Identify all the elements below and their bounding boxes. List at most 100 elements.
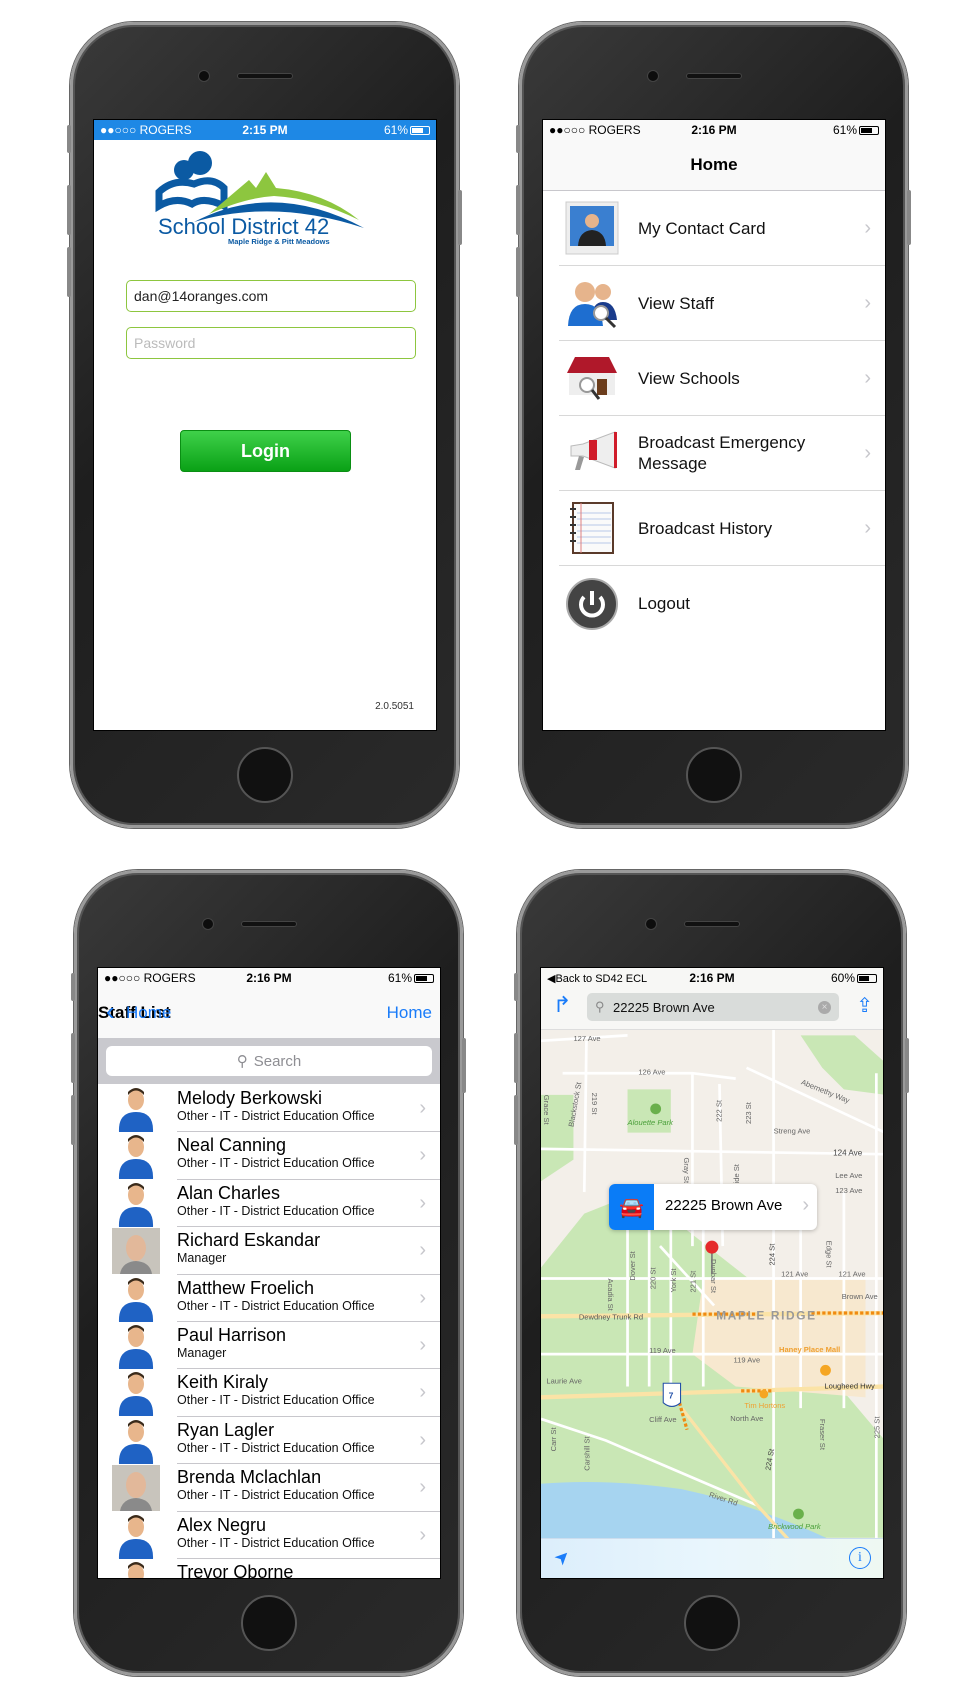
map-search-input[interactable]: ⚲ 22225 Brown Ave × bbox=[587, 993, 839, 1021]
staff-name: Paul Harrison bbox=[177, 1325, 287, 1345]
svg-text:Cliff Ave: Cliff Ave bbox=[649, 1415, 676, 1424]
location-callout[interactable]: 🚘 22225 Brown Ave › bbox=[609, 1184, 817, 1230]
back-button[interactable]: Home bbox=[126, 1003, 171, 1023]
svg-text:119 Ave: 119 Ave bbox=[734, 1356, 761, 1365]
share-icon[interactable]: ⇪ bbox=[856, 993, 873, 1018]
staff-row[interactable]: Brenda Mclachlan Other - IT - District Ed… bbox=[98, 1464, 440, 1512]
phone-map: 127 Ave 126 Ave Abernethy Way Alouette P… bbox=[514, 870, 909, 1676]
staff-photo bbox=[112, 1465, 160, 1512]
staff-name: Keith Kiraly bbox=[177, 1372, 269, 1393]
chevron-right-icon: › bbox=[419, 1286, 426, 1309]
svg-text:126 Ave: 126 Ave bbox=[638, 1067, 665, 1076]
staff-row[interactable]: Alex Negru Other - IT - District Educatio… bbox=[98, 1512, 440, 1559]
staff-department: Other - IT - District Education Office bbox=[177, 1488, 375, 1503]
svg-text:Laurie Ave: Laurie Ave bbox=[546, 1376, 582, 1385]
staff-department: Manager bbox=[177, 1346, 227, 1360]
staff-row[interactable]: Richard Eskandar Manager › bbox=[98, 1227, 440, 1275]
logo-title: School District 42 bbox=[158, 214, 329, 239]
info-icon[interactable]: i bbox=[849, 1547, 871, 1569]
home-button[interactable] bbox=[236, 747, 293, 803]
camera bbox=[201, 918, 214, 930]
svg-text:223 St: 223 St bbox=[744, 1101, 753, 1124]
home-button[interactable] bbox=[240, 1595, 297, 1651]
home-button[interactable] bbox=[683, 1595, 740, 1651]
staff-department: Other - IT - District Education Office bbox=[177, 1203, 375, 1218]
map-view[interactable]: 127 Ave 126 Ave Abernethy Way Alouette P… bbox=[541, 1030, 884, 1541]
menu-item-logout[interactable]: Logout bbox=[559, 566, 885, 641]
phone-login: ●●○○○ ROGERS 2:15 PM 61% School District… bbox=[67, 22, 462, 828]
staff-list-screen: ●●○○○ ROGERS 2:16 PM 61% ‹ Home Staff Li… bbox=[97, 967, 441, 1579]
menu-item-broadcast-emergency[interactable]: Broadcast Emergency Message › bbox=[559, 416, 885, 491]
staff-department: Other - IT - District Education Office bbox=[177, 1156, 375, 1171]
menu-item-view-staff[interactable]: View Staff › bbox=[559, 266, 885, 341]
svg-text:127 Ave: 127 Ave bbox=[573, 1034, 600, 1043]
svg-text:219 St: 219 St bbox=[590, 1093, 599, 1116]
staff-department: Other - IT - District Education Office bbox=[177, 1440, 375, 1455]
staff-name: Brenda Mclachlan bbox=[177, 1467, 322, 1488]
svg-text:124 Ave: 124 Ave bbox=[833, 1148, 863, 1157]
staff-name: Trevor Oborne bbox=[177, 1562, 294, 1579]
staff-row[interactable]: Ryan Lagler Other - IT - District Educati… bbox=[98, 1417, 440, 1465]
status-bar: ●●○○○ ROGERS 2:16 PM 61% bbox=[543, 120, 885, 140]
chevron-left-icon[interactable]: ‹ bbox=[106, 996, 115, 1027]
email-field[interactable] bbox=[126, 280, 416, 312]
camera bbox=[646, 70, 659, 82]
svg-text:Grace St: Grace St bbox=[542, 1095, 551, 1126]
chevron-right-icon: › bbox=[419, 1381, 426, 1404]
staff-row[interactable]: Neal Canning Other - IT - District Educat… bbox=[98, 1132, 440, 1180]
staff-row[interactable]: Matthew Froelich Other - IT - District Ed… bbox=[98, 1275, 440, 1322]
car-directions-icon[interactable]: 🚘 bbox=[609, 1184, 654, 1230]
svg-text:Haney Place Mall: Haney Place Mall bbox=[779, 1345, 840, 1354]
chevron-right-icon: › bbox=[419, 1523, 426, 1546]
staff-row[interactable]: Keith Kiraly Other - IT - District Educat… bbox=[98, 1369, 440, 1417]
page-title: Home bbox=[543, 140, 885, 191]
phone-staff-list: ●●○○○ ROGERS 2:16 PM 61% ‹ Home Staff Li… bbox=[71, 870, 466, 1676]
search-input[interactable]: ⚲ Search bbox=[106, 1046, 432, 1076]
svg-text:123 Ave: 123 Ave bbox=[835, 1186, 862, 1195]
chevron-right-icon: › bbox=[419, 1239, 426, 1262]
default-avatar-icon bbox=[118, 1514, 154, 1559]
svg-text:Carr St: Carr St bbox=[549, 1427, 558, 1452]
staff-department: Manager bbox=[177, 1251, 227, 1266]
svg-text:Carshill St: Carshill St bbox=[583, 1436, 592, 1471]
chevron-right-icon: › bbox=[864, 516, 871, 539]
chevron-right-icon: › bbox=[419, 1144, 426, 1167]
password-field[interactable] bbox=[126, 327, 416, 359]
staff-row[interactable]: Paul Harrison Manager › bbox=[98, 1322, 440, 1370]
home-button[interactable] bbox=[685, 747, 742, 803]
menu-item-broadcast-history[interactable]: Broadcast History › bbox=[559, 491, 885, 566]
chevron-right-icon: › bbox=[864, 216, 871, 239]
chevron-right-icon: › bbox=[864, 441, 871, 464]
staff-name: Matthew Froelich bbox=[177, 1277, 315, 1298]
svg-text:ide St: ide St bbox=[732, 1163, 741, 1183]
menu-item-view-schools[interactable]: View Schools › bbox=[559, 341, 885, 416]
svg-text:Dewdney Trunk Rd: Dewdney Trunk Rd bbox=[579, 1313, 643, 1322]
menu-item-contact-card[interactable]: My Contact Card › bbox=[559, 191, 885, 266]
back-to-app-link[interactable]: ◀Back to SD42 ECL bbox=[547, 972, 657, 985]
home-nav-button[interactable]: Home bbox=[387, 1003, 432, 1023]
staff-row[interactable]: Melody Berkowski Other - IT - District Ed… bbox=[98, 1085, 440, 1133]
directions-icon[interactable]: ↱ bbox=[553, 992, 571, 1018]
location-arrow-icon[interactable]: ➤ bbox=[550, 1545, 576, 1571]
staff-search-icon bbox=[568, 282, 617, 329]
speaker bbox=[685, 73, 742, 79]
staff-photo bbox=[112, 1228, 160, 1275]
camera bbox=[644, 918, 657, 930]
default-avatar-icon bbox=[118, 1088, 154, 1132]
chevron-right-icon: › bbox=[864, 291, 871, 314]
default-avatar-icon bbox=[118, 1135, 154, 1180]
clear-icon[interactable]: × bbox=[818, 1000, 831, 1014]
staff-row[interactable]: Trevor Oborne › bbox=[98, 1559, 440, 1579]
default-avatar-icon bbox=[118, 1419, 154, 1464]
svg-text:225 St: 225 St bbox=[873, 1416, 882, 1439]
chevron-right-icon: › bbox=[864, 366, 871, 389]
svg-text:121 Ave: 121 Ave bbox=[781, 1269, 808, 1278]
search-bar: ⚲ Search bbox=[98, 1038, 440, 1084]
default-avatar-icon bbox=[118, 1277, 154, 1322]
version-label: 2.0.5051 bbox=[375, 701, 414, 712]
chevron-right-icon: › bbox=[419, 1097, 426, 1119]
staff-row[interactable]: Alan Charles Other - IT - District Educat… bbox=[98, 1180, 440, 1228]
svg-text:North Ave: North Ave bbox=[730, 1414, 763, 1423]
login-button[interactable]: Login bbox=[180, 430, 351, 472]
svg-text:Fraser St: Fraser St bbox=[818, 1419, 827, 1451]
